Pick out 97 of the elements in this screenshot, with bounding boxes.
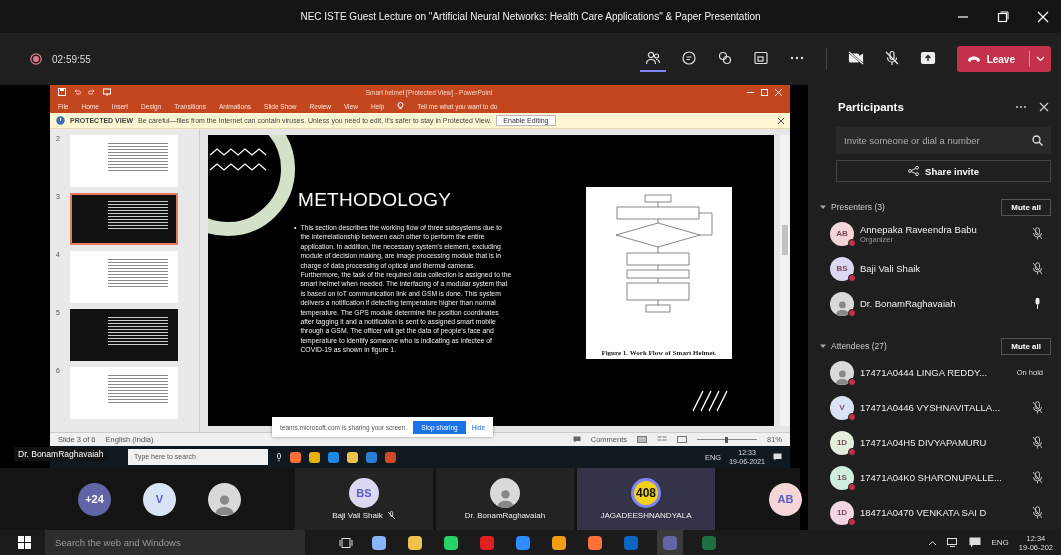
- presence-dot: [848, 412, 856, 421]
- slide-thumbnail[interactable]: [70, 251, 178, 303]
- participant-avatar: V: [830, 395, 854, 420]
- participant-name: 17471A04H5 DIVYAPAMURU: [860, 437, 988, 448]
- participant-row[interactable]: 1D 18471A0470 VENKATA SAI D: [820, 495, 1051, 530]
- participant-avatar: BS: [349, 478, 379, 508]
- participant-name: Baji Vali Shaik: [332, 511, 383, 520]
- app-icon[interactable]: [328, 451, 339, 463]
- maximize-icon[interactable]: [997, 11, 1009, 23]
- slash-lines-drawing: [691, 390, 731, 412]
- task-view-icon[interactable]: [339, 536, 353, 549]
- section-label: Attendees (27): [831, 341, 887, 351]
- message-icon[interactable]: [969, 537, 982, 548]
- presence-dot: [848, 517, 856, 526]
- participant-name: JAGADEESHNANDYALA: [600, 511, 692, 520]
- save-icon[interactable]: [58, 88, 66, 96]
- participant-avatar[interactable]: +24: [78, 482, 111, 516]
- language-indicator[interactable]: ENG: [991, 538, 1009, 547]
- recording-icon: [30, 53, 42, 65]
- scrollbar[interactable]: [780, 135, 790, 426]
- participant-name: Dr. BonamRaghavaiah: [464, 511, 546, 520]
- participant-name: 17471A0446 VYSHNAVITALLA...: [860, 402, 1002, 413]
- network-icon[interactable]: [947, 538, 960, 547]
- notification-icon[interactable]: [773, 453, 782, 461]
- section-label: Presenters (3): [831, 202, 885, 212]
- caret-icon[interactable]: [820, 204, 826, 210]
- presence-dot: [848, 238, 856, 247]
- mic-off-icon[interactable]: [1032, 471, 1043, 484]
- presence-dot: [848, 447, 856, 456]
- mic-off-icon[interactable]: [1032, 506, 1043, 519]
- window-title: NEC ISTE Guest Lecture on "Artificial Neural Networks: Health Care Applications" & Paper Presentation: [300, 11, 761, 22]
- participant-avatar: 1D: [830, 430, 854, 455]
- participant-avatar: 1D: [830, 500, 854, 525]
- invite-search-field[interactable]: Invite someone or dial a number: [836, 127, 1051, 154]
- participant-name: 17471A04K0 SHARONUPALLE...: [860, 472, 1003, 483]
- participant-row[interactable]: BS Baji Vali Shaik: [820, 251, 1051, 286]
- participant-name: Baji Vali Shaik: [860, 263, 922, 274]
- participant-row[interactable]: Dr. BonamRaghavaiah: [820, 286, 1051, 321]
- participant-row[interactable]: 1D 17471A04H5 DIVYAPAMURU: [820, 425, 1051, 460]
- participant-row[interactable]: V 17471A0446 VYSHNAVITALLA...: [820, 390, 1051, 425]
- slide-thumbnail[interactable]: [70, 367, 178, 419]
- participant-avatar[interactable]: [208, 482, 241, 516]
- lightbulb-icon: [397, 102, 405, 110]
- microphone-icon[interactable]: [276, 452, 282, 462]
- mute-all-button[interactable]: Mute all: [1001, 198, 1051, 216]
- zoom-slider-thumb[interactable]: [725, 436, 729, 443]
- participant-name: 17471A0444 LINGA REDDY...: [860, 367, 989, 378]
- undo-icon[interactable]: [73, 88, 81, 96]
- presence-dot: [848, 273, 856, 282]
- mic-off-icon[interactable]: [1032, 262, 1043, 275]
- slide-thumbnail[interactable]: [70, 135, 178, 187]
- panel-title: Participants: [838, 101, 904, 113]
- call-timer: 02:59:55: [52, 53, 91, 65]
- app-icon[interactable]: [290, 451, 301, 463]
- slide-thumbnail[interactable]: [70, 309, 178, 361]
- windows-logo-icon[interactable]: [18, 536, 31, 549]
- slide-title: METHODOLOGY: [298, 189, 452, 211]
- avatar-badge: 408: [631, 478, 661, 508]
- mic-off-icon[interactable]: [1032, 436, 1043, 449]
- participant-avatar: BS: [830, 256, 854, 281]
- presenter-name-label: Dr. BonamRaghavaiah: [14, 447, 108, 461]
- participant-avatar: 1S: [830, 465, 854, 490]
- video-tile[interactable]: 408 JAGADEESHNANDYALA: [577, 468, 715, 530]
- video-tile[interactable]: BS Baji Vali Shaik: [295, 468, 433, 530]
- comment-icon: [572, 436, 581, 443]
- shield-icon: [56, 116, 65, 125]
- more-icon[interactable]: [1015, 105, 1027, 109]
- slideshow-icon[interactable]: [103, 88, 111, 96]
- chevron-up-icon[interactable]: [928, 539, 938, 546]
- presence-dot: [848, 308, 856, 317]
- app-icon[interactable]: [309, 451, 320, 463]
- mic-off-icon[interactable]: [1032, 401, 1043, 414]
- redo-icon[interactable]: [88, 88, 96, 96]
- taskbar-search-field[interactable]: Search the web and Windows: [45, 530, 305, 555]
- participant-avatar[interactable]: V: [143, 482, 176, 516]
- presence-dot: [848, 377, 856, 386]
- close-icon[interactable]: [778, 117, 784, 124]
- mic-off-icon[interactable]: [1032, 227, 1043, 240]
- phone-icon: [966, 55, 981, 63]
- video-tile[interactable]: Dr. BonamRaghavaiah: [436, 468, 574, 530]
- participant-row[interactable]: 1S 17471A04K0 SHARONUPALLE...: [820, 460, 1051, 495]
- share-icon: [908, 166, 920, 176]
- participant-name: Annepaka Raveendra Babu: [860, 223, 978, 235]
- mute-all-button[interactable]: Mute all: [1001, 337, 1051, 355]
- search-icon[interactable]: [1032, 135, 1043, 146]
- app-icon[interactable]: [347, 451, 358, 463]
- caret-icon[interactable]: [1036, 56, 1045, 62]
- participant-name: Dr. BonamRaghavaiah: [860, 298, 957, 309]
- share-invite-button[interactable]: Share invite: [836, 160, 1051, 182]
- leave-button[interactable]: Leave: [956, 46, 1051, 72]
- reading-view-icon[interactable]: [677, 436, 687, 443]
- participant-avatar: AB: [830, 221, 854, 246]
- slide-thumbnail[interactable]: [70, 193, 178, 245]
- presence-dot: [848, 482, 856, 491]
- caret-icon[interactable]: [820, 343, 826, 349]
- participant-avatar[interactable]: AB: [769, 482, 802, 516]
- participant-name: 18471A0470 VENKATA SAI D: [860, 507, 988, 518]
